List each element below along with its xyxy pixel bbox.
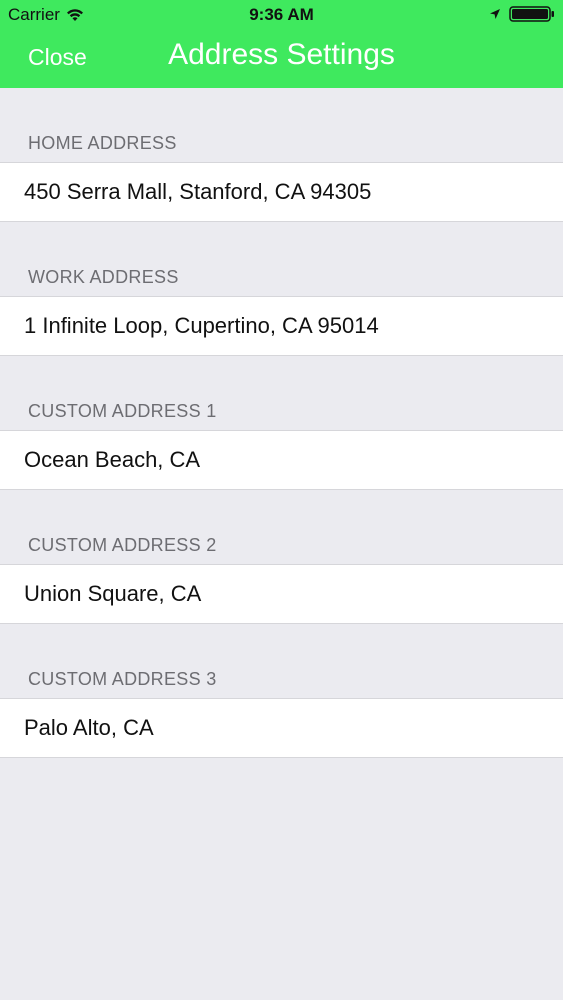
navigation-bar: Carrier 9:36 AM Close Address Settings — [0, 0, 563, 88]
battery-icon — [509, 6, 554, 22]
status-right-group — [489, 6, 555, 22]
page-title: Address Settings — [168, 38, 395, 71]
section-work-address: WORK ADDRESS 1 Infinite Loop, Cupertino,… — [0, 222, 563, 356]
settings-table: HOME ADDRESS 450 Serra Mall, Stanford, C… — [0, 88, 563, 758]
work-address-field[interactable]: 1 Infinite Loop, Cupertino, CA 95014 — [0, 296, 563, 356]
section-header: WORK ADDRESS — [28, 267, 179, 287]
section-custom-address-2: CUSTOM ADDRESS 2 Union Square, CA — [0, 490, 563, 624]
home-address-field[interactable]: 450 Serra Mall, Stanford, CA 94305 — [0, 162, 563, 222]
custom-address-3-field[interactable]: Palo Alto, CA — [0, 698, 563, 758]
status-time: 9:36 AM — [249, 5, 314, 24]
section-header: CUSTOM ADDRESS 2 — [28, 535, 217, 555]
section-home-address: HOME ADDRESS 450 Serra Mall, Stanford, C… — [0, 88, 563, 222]
section-custom-address-3: CUSTOM ADDRESS 3 Palo Alto, CA — [0, 624, 563, 758]
section-custom-address-1: CUSTOM ADDRESS 1 Ocean Beach, CA — [0, 356, 563, 490]
section-header: CUSTOM ADDRESS 3 — [28, 669, 217, 689]
status-bar: Carrier 9:36 AM — [0, 0, 563, 30]
section-header: HOME ADDRESS — [28, 133, 177, 153]
custom-address-1-field[interactable]: Ocean Beach, CA — [0, 430, 563, 490]
section-header: CUSTOM ADDRESS 1 — [28, 401, 217, 421]
custom-address-2-field[interactable]: Union Square, CA — [0, 564, 563, 624]
location-arrow-icon — [490, 9, 500, 19]
